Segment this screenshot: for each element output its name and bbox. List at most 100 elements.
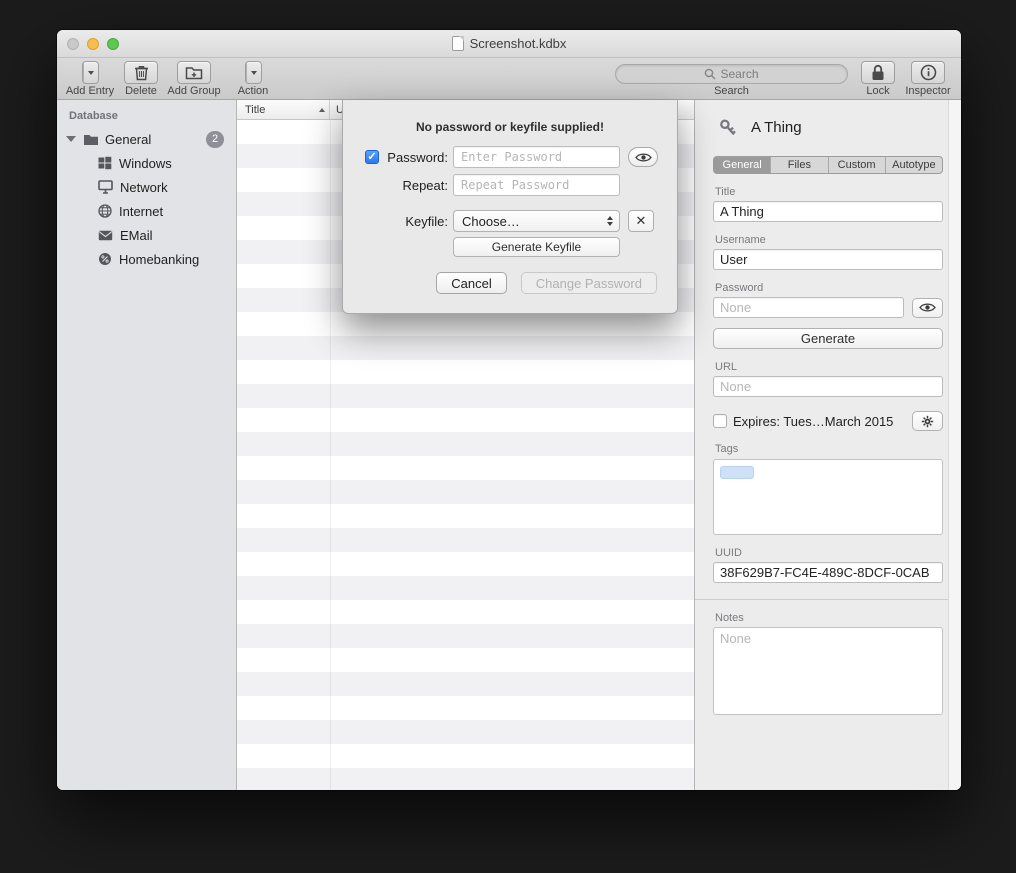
sheet-warning-message: No password or keyfile supplied! bbox=[343, 120, 677, 134]
sidebar-item-homebanking[interactable]: Homebanking bbox=[57, 247, 236, 271]
search-input[interactable] bbox=[616, 65, 847, 83]
change-password-sheet: No password or keyfile supplied! ✓ Passw… bbox=[342, 100, 678, 314]
expires-row: Expires: Tues…March 2015 bbox=[713, 411, 943, 431]
generate-password-button[interactable]: Generate bbox=[713, 328, 943, 349]
tab-autotype[interactable]: Autotype bbox=[885, 157, 942, 173]
keyfile-row: Keyfile: Choose… ✕ bbox=[365, 210, 677, 232]
column-header-title[interactable]: Title bbox=[237, 100, 330, 119]
username-field[interactable] bbox=[713, 249, 943, 270]
toolbar-item-delete: Delete bbox=[123, 61, 159, 97]
sheet-actions: Cancel Change Password bbox=[436, 272, 657, 294]
uuid-field[interactable] bbox=[713, 562, 943, 583]
action-dropdown-arrow[interactable] bbox=[246, 62, 261, 83]
username-field-label: Username bbox=[715, 234, 941, 246]
inspector-tabs: General Files Custom Autotype bbox=[713, 156, 943, 174]
keyfile-popup-button[interactable]: Choose… bbox=[453, 210, 620, 232]
toolbar: Add Entry Delete Add Group Action bbox=[57, 58, 961, 100]
group-sidebar: Database General 2 Windows Network Inter… bbox=[57, 100, 237, 790]
url-field-label: URL bbox=[715, 361, 941, 373]
eye-icon bbox=[635, 152, 652, 163]
add-group-label: Add Group bbox=[165, 85, 223, 97]
notes-label: Notes bbox=[715, 612, 941, 624]
toolbar-item-add-entry: Add Entry bbox=[65, 61, 115, 97]
sidebar-item-internet[interactable]: Internet bbox=[57, 199, 236, 223]
sidebar-item-label: Network bbox=[120, 180, 168, 195]
toolbar-item-search: Search Search bbox=[615, 61, 848, 97]
chevron-down-icon bbox=[88, 71, 94, 75]
inspector-button[interactable] bbox=[911, 61, 945, 84]
sidebar-item-label: General bbox=[105, 132, 151, 147]
toolbar-item-inspector: Inspector bbox=[900, 61, 956, 97]
password-field[interactable] bbox=[713, 297, 904, 318]
show-password-button[interactable] bbox=[912, 298, 943, 318]
delete-label: Delete bbox=[123, 85, 159, 97]
tab-custom[interactable]: Custom bbox=[828, 157, 885, 173]
gear-icon bbox=[921, 415, 934, 428]
cancel-button[interactable]: Cancel bbox=[436, 272, 506, 294]
lock-label: Lock bbox=[860, 85, 896, 97]
add-entry-button[interactable] bbox=[82, 61, 99, 84]
inspector-panel: A Thing General Files Custom Autotype Ti… bbox=[695, 100, 961, 790]
close-button[interactable] bbox=[67, 38, 79, 50]
show-password-button[interactable] bbox=[628, 147, 658, 167]
notes-field[interactable] bbox=[713, 627, 943, 715]
expires-settings-button[interactable] bbox=[912, 411, 943, 431]
expires-checkbox[interactable] bbox=[713, 414, 727, 428]
add-group-button[interactable] bbox=[177, 61, 211, 84]
minimize-button[interactable] bbox=[87, 38, 99, 50]
column-grid-line bbox=[330, 120, 331, 790]
percent-coin-icon bbox=[98, 252, 112, 266]
inspector-header: A Thing bbox=[719, 116, 961, 138]
password-checkbox[interactable]: ✓ bbox=[365, 150, 379, 164]
title-field-label: Title bbox=[715, 186, 941, 198]
tags-field[interactable] bbox=[713, 459, 943, 535]
sidebar-header: Database bbox=[69, 110, 236, 122]
keyfile-selected-value: Choose… bbox=[462, 214, 520, 229]
generate-keyfile-button[interactable]: Generate Keyfile bbox=[453, 237, 620, 257]
toolbar-item-add-group: Add Group bbox=[165, 61, 223, 97]
add-entry-dropdown-arrow[interactable] bbox=[83, 62, 98, 83]
entry-title: A Thing bbox=[751, 119, 802, 136]
app-window: Screenshot.kdbx Add Entry Delete Add Gro… bbox=[57, 30, 961, 790]
generate-keyfile-row: Generate Keyfile bbox=[343, 236, 677, 258]
title-field[interactable] bbox=[713, 201, 943, 222]
password-row bbox=[713, 297, 943, 318]
keyfile-label: Keyfile: bbox=[405, 214, 448, 229]
lock-icon bbox=[871, 64, 885, 81]
sidebar-item-label: Internet bbox=[119, 204, 163, 219]
info-icon bbox=[920, 64, 937, 81]
zoom-button[interactable] bbox=[107, 38, 119, 50]
popup-chevrons-icon bbox=[607, 216, 613, 226]
inspector-divider bbox=[695, 599, 961, 600]
window-title: Screenshot.kdbx bbox=[470, 36, 567, 51]
tab-files[interactable]: Files bbox=[770, 157, 827, 173]
inspector-label: Inspector bbox=[900, 85, 956, 97]
sort-ascending-icon bbox=[319, 108, 325, 112]
disclosure-triangle-icon[interactable] bbox=[66, 136, 76, 142]
toolbar-item-lock: Lock bbox=[860, 61, 896, 97]
repeat-password-input[interactable] bbox=[453, 174, 620, 196]
chevron-down-icon bbox=[251, 71, 257, 75]
sidebar-item-windows[interactable]: Windows bbox=[57, 151, 236, 175]
check-icon: ✓ bbox=[367, 152, 376, 163]
sidebar-item-network[interactable]: Network bbox=[57, 175, 236, 199]
tags-label: Tags bbox=[715, 443, 941, 455]
delete-button[interactable] bbox=[124, 61, 158, 84]
action-button[interactable] bbox=[245, 61, 262, 84]
document-proxy-icon bbox=[452, 36, 464, 51]
entry-count-badge: 2 bbox=[206, 131, 224, 148]
tab-general[interactable]: General bbox=[714, 157, 770, 173]
lock-button[interactable] bbox=[861, 61, 895, 84]
sidebar-item-label: EMail bbox=[120, 228, 153, 243]
tag-chip[interactable] bbox=[720, 466, 754, 479]
enter-password-input[interactable] bbox=[453, 146, 620, 168]
change-password-button[interactable]: Change Password bbox=[521, 272, 657, 294]
globe-icon bbox=[98, 204, 112, 218]
inspector-scrollbar[interactable] bbox=[948, 100, 961, 790]
sidebar-item-label: Homebanking bbox=[119, 252, 199, 267]
sidebar-item-general[interactable]: General 2 bbox=[57, 127, 236, 151]
password-label: Password: bbox=[387, 150, 448, 165]
clear-keyfile-button[interactable]: ✕ bbox=[628, 210, 654, 232]
sidebar-item-email[interactable]: EMail bbox=[57, 223, 236, 247]
url-field[interactable] bbox=[713, 376, 943, 397]
